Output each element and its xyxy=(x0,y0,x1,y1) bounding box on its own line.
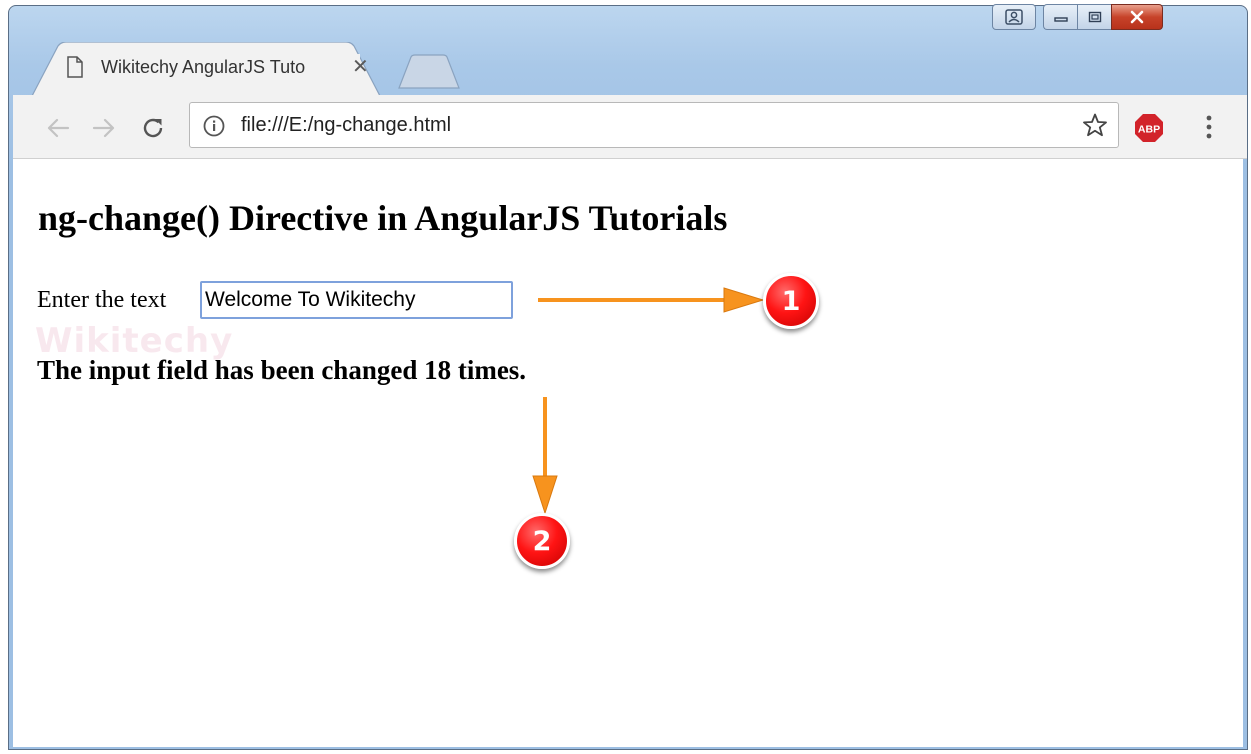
reload-button[interactable] xyxy=(138,113,168,143)
maximize-icon xyxy=(1088,11,1101,23)
screenshot-stage: Wikitechy AngularJS Tuto ✕ file:///E:/ng… xyxy=(0,0,1251,754)
adblock-plus-button[interactable]: ABP xyxy=(1134,113,1164,148)
address-bar[interactable]: file:///E:/ng-change.html xyxy=(189,102,1119,148)
new-tab-button[interactable] xyxy=(395,54,463,95)
star-icon[interactable] xyxy=(1082,112,1108,138)
forward-arrow-icon xyxy=(92,118,115,138)
annotation-badge-2: 2 xyxy=(514,513,570,569)
reload-icon xyxy=(143,118,163,138)
window-controls xyxy=(1043,4,1163,30)
close-icon xyxy=(1130,10,1144,24)
adblock-label: ABP xyxy=(1138,124,1160,136)
browser-toolbar: file:///E:/ng-change.html ABP xyxy=(13,95,1247,159)
browser-menu-button[interactable] xyxy=(1203,113,1215,146)
page-heading: ng-change() Directive in AngularJS Tutor… xyxy=(38,198,728,238)
forward-button[interactable] xyxy=(89,113,119,143)
tab-title: Wikitechy AngularJS Tuto xyxy=(101,57,306,77)
profile-button[interactable] xyxy=(992,4,1036,30)
annotation-badge-1: 1 xyxy=(763,273,819,329)
close-tab-icon[interactable]: ✕ xyxy=(352,56,369,78)
page-icon xyxy=(67,56,83,78)
input-label: Enter the text xyxy=(37,287,167,313)
back-button[interactable] xyxy=(43,113,73,143)
minimize-button[interactable] xyxy=(1043,4,1077,30)
profile-icon xyxy=(1005,9,1023,25)
page-viewport: Wikitechy ng-change() Directive in Angul… xyxy=(13,159,1243,747)
address-url[interactable]: file:///E:/ng-change.html xyxy=(241,114,451,137)
minimize-icon xyxy=(1053,17,1068,22)
vertical-dots-menu-icon xyxy=(1206,115,1212,139)
change-count-result: The input field has been changed 18 time… xyxy=(37,355,527,385)
info-icon[interactable] xyxy=(202,114,226,138)
close-window-button[interactable] xyxy=(1111,4,1163,30)
maximize-button[interactable] xyxy=(1077,4,1111,30)
tab-active[interactable]: Wikitechy AngularJS Tuto ✕ xyxy=(30,42,386,96)
new-tab-icon xyxy=(398,54,460,89)
back-arrow-icon xyxy=(47,118,70,138)
adblock-plus-icon: ABP xyxy=(1135,114,1163,142)
text-input[interactable] xyxy=(200,281,513,319)
